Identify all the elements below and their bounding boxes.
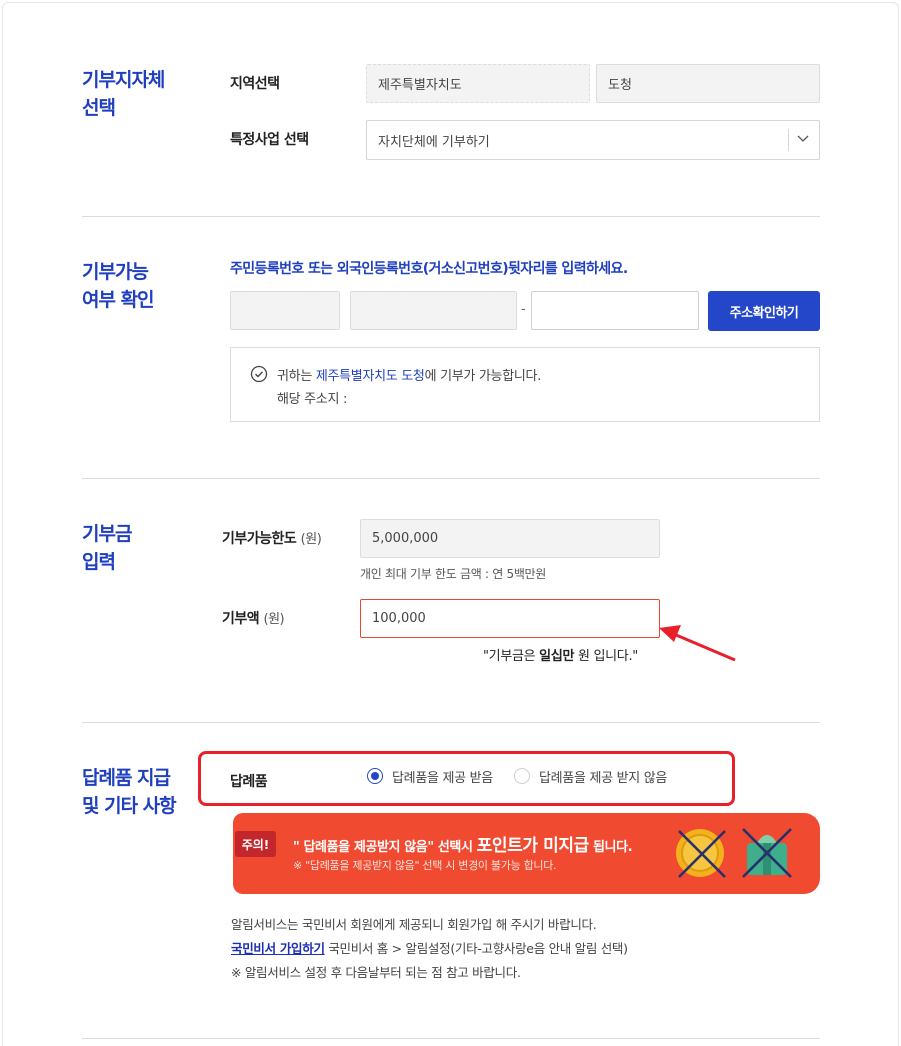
gift-title-line2: 및 기타 사항 [82, 795, 177, 817]
warning-text-post: 됩니다. [588, 840, 633, 855]
limit-field: 5,000,000 [360, 519, 660, 558]
warning-sub-text: ※ "답례품을 제공받지 않음" 선택 시 변경이 불가능 합니다. [293, 859, 557, 872]
warning-text-pre: " 답례품을 제공받지 않음" 선택시 [293, 840, 477, 855]
eligibility-section-title: 기부가능 여부 확인 [82, 258, 155, 314]
id-instruction: 주민등록번호 또는 외국인등록번호(거소신고번호)뒷자리를 입력하세요. [230, 261, 628, 277]
radio-decline-label[interactable]: 답례품을 제공 받지 않음 [539, 767, 667, 786]
quote-prefix: "기부금은 [483, 649, 540, 664]
amount-section-title: 기부금 입력 [82, 520, 132, 576]
limit-help: 개인 최대 기부 한도 금액 : 연 5백만원 [360, 567, 547, 581]
address-label: 해당 주소지 : [277, 392, 348, 407]
section-divider [82, 216, 820, 217]
warning-text-emphasis: 포인트가 미지급 [476, 836, 590, 856]
gift-package-crossed-icon [742, 828, 792, 878]
check-address-button[interactable]: 주소확인하기 [708, 291, 820, 331]
quote-korean-amount: 일십만 [539, 649, 575, 664]
amount-title-line1: 기부금 [82, 523, 132, 545]
result-suffix: 에 기부가 가능합니다. [424, 369, 542, 384]
district-select[interactable]: 도청 [596, 64, 820, 103]
section-divider [82, 722, 820, 723]
eligibility-result: 귀하는 제주특별자치도 도청에 기부가 가능합니다. [277, 365, 541, 384]
chevron-down-icon [797, 135, 809, 142]
caution-badge: 주의! [235, 831, 276, 857]
section-divider [82, 478, 820, 479]
donation-amount-input[interactable]: 100,000 [360, 599, 660, 638]
district-value: 도청 [608, 78, 632, 93]
amount-label-text: 기부액 [222, 611, 260, 627]
alert-info-line1: 알림서비스는 국민비서 회원에게 제공되니 회원가입 해 주시기 바랍니다. [231, 917, 597, 932]
region-section-title: 기부지자체 선택 [82, 66, 165, 122]
amount-value: 100,000 [372, 611, 426, 626]
region-title-line1: 기부지자체 [82, 69, 165, 91]
alert-info-line3: ※ 알림서비스 설정 후 다음날부터 되는 점 참고 바랍니다. [231, 965, 521, 980]
id-input-3[interactable] [531, 291, 699, 330]
section-divider [82, 1038, 820, 1039]
limit-unit: (원) [300, 532, 322, 547]
select-separator [788, 129, 789, 151]
gift-title-line1: 답례품 지급 [82, 767, 171, 789]
eligibility-title-line2: 여부 확인 [82, 289, 155, 311]
warning-main-text: " 답례품을 제공받지 않음" 선택시 포인트가 미지급 됩니다. [293, 831, 633, 856]
id-input-2[interactable] [350, 291, 517, 330]
project-value: 자치단체에 기부하기 [378, 134, 490, 150]
province-value: 제주특별자치도 [378, 78, 462, 93]
eligibility-title-line1: 기부가능 [82, 261, 149, 283]
region-title-line2: 선택 [82, 97, 116, 119]
province-select[interactable]: 제주특별자치도 [366, 64, 590, 103]
region-label: 지역선택 [230, 76, 280, 92]
radio-receive-gift[interactable] [367, 768, 383, 784]
amount-title-line2: 입력 [82, 551, 116, 573]
coin-crossed-icon [676, 829, 726, 878]
gift-label: 답례품 [230, 774, 268, 790]
result-prefix: 귀하는 [277, 369, 316, 384]
limit-value: 5,000,000 [372, 531, 439, 546]
red-arrow-icon [659, 625, 736, 662]
no-gift-warning-banner: 주의! " 답례품을 제공받지 않음" 선택시 포인트가 미지급 됩니다. ※ … [233, 813, 820, 894]
project-label: 특정사업 선택 [230, 132, 309, 148]
amount-label: 기부액 (원) [222, 608, 285, 628]
join-link[interactable]: 국민비서 가입하기 [231, 941, 325, 956]
eligibility-notice: 귀하는 제주특별자치도 도청에 기부가 가능합니다. 해당 주소지 : [230, 347, 820, 422]
alert-info-line2: 국민비서 가입하기 국민비서 홈 > 알림설정(기타-고향사랑e음 안내 알림 … [231, 938, 628, 957]
alert-info-line2-rest: 국민비서 홈 > 알림설정(기타-고향사랑e음 안내 알림 선택) [324, 941, 628, 956]
quote-suffix: 원 입니다." [574, 649, 638, 664]
check-circle-icon [250, 365, 268, 383]
amount-in-words: "기부금은 일십만 원 입니다." [483, 645, 638, 664]
result-region: 제주특별자치도 도청 [315, 369, 425, 384]
limit-label: 기부가능한도 (원) [222, 528, 322, 548]
gift-section-title: 답례품 지급 및 기타 사항 [82, 764, 177, 820]
id-input-1[interactable] [230, 291, 340, 330]
id-separator: - [521, 302, 526, 317]
radio-decline-gift[interactable] [514, 768, 530, 784]
amount-unit: (원) [263, 612, 285, 627]
project-select[interactable]: 자치단체에 기부하기 [366, 120, 820, 160]
limit-label-text: 기부가능한도 [222, 531, 297, 547]
radio-receive-label[interactable]: 답례품을 제공 받음 [392, 767, 493, 786]
